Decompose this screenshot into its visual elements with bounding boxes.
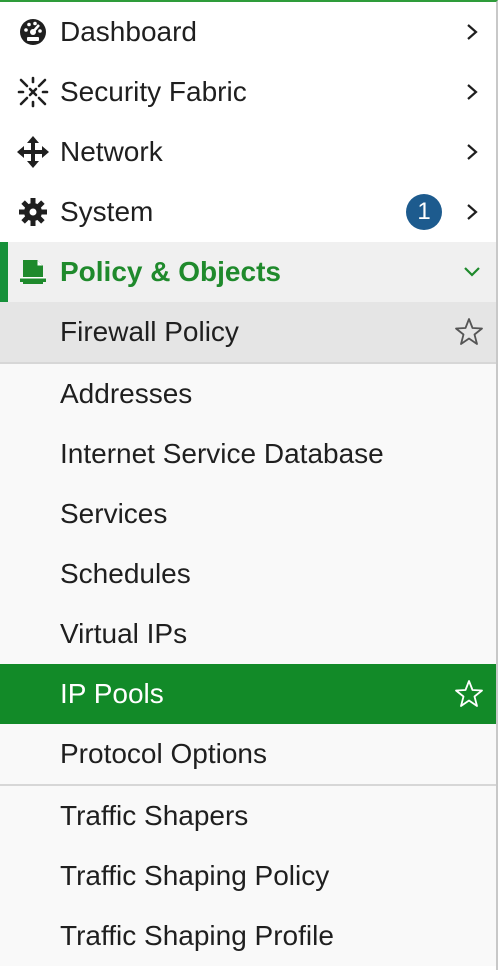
star-icon[interactable] [454,679,484,709]
nav-subitem-firewall-policy[interactable]: Firewall Policy [0,302,496,362]
star-icon[interactable] [454,317,484,347]
gear-icon [16,195,50,229]
nav-subitem-addresses[interactable]: Addresses [0,364,496,424]
nav-item-network[interactable]: Network [0,122,496,182]
chevron-right-icon [462,22,482,42]
sidebar-nav: Dashboard Security Fabric Network System… [0,0,498,970]
nav-item-label: Dashboard [60,16,197,47]
nav-item-label: Network [60,136,163,167]
nav-subitem-traffic-shaping-profile[interactable]: Traffic Shaping Profile [0,906,496,966]
nav-item-system[interactable]: System 1 [0,182,496,242]
nav-subitem-services[interactable]: Services [0,484,496,544]
nav-subitem-traffic-shaping-policy[interactable]: Traffic Shaping Policy [0,846,496,906]
nav-subitem-schedules[interactable]: Schedules [0,544,496,604]
nav-subitem-label: Traffic Shaping Profile [60,920,334,951]
nav-subitem-label: IP Pools [60,678,164,709]
nav-subitem-label: Internet Service Database [60,438,384,469]
nav-subitem-ip-pools[interactable]: IP Pools [0,664,496,724]
nav-subitem-label: Traffic Shaping Policy [60,860,330,891]
nav-subitem-internet-service-database[interactable]: Internet Service Database [0,424,496,484]
network-icon [16,135,50,169]
nav-subitem-label: Protocol Options [60,738,267,769]
nav-subitem-traffic-shapers[interactable]: Traffic Shapers [0,786,496,846]
nav-subitem-label: Firewall Policy [60,316,239,347]
dashboard-icon [16,15,50,49]
nav-item-dashboard[interactable]: Dashboard [0,2,496,62]
nav-subitem-label: Schedules [60,558,191,589]
nav-subitem-virtual-ips[interactable]: Virtual IPs [0,604,496,664]
nav-item-label: Security Fabric [60,76,247,107]
chevron-down-icon [462,262,482,282]
chevron-right-icon [462,142,482,162]
security-fabric-icon [16,75,50,109]
nav-item-label: Policy & Objects [60,256,281,287]
chevron-right-icon [462,82,482,102]
nav-item-policy-objects[interactable]: Policy & Objects [0,242,496,302]
nav-subitem-label: Virtual IPs [60,618,188,649]
nav-subitem-label: Addresses [60,378,193,409]
nav-item-security-fabric[interactable]: Security Fabric [0,62,496,122]
policy-objects-icon [16,255,50,289]
nav-subitem-protocol-options[interactable]: Protocol Options [0,724,496,784]
chevron-right-icon [462,202,482,222]
nav-subitem-label: Traffic Shapers [60,800,249,831]
notification-badge: 1 [406,194,442,230]
nav-subitem-label: Services [60,498,168,529]
